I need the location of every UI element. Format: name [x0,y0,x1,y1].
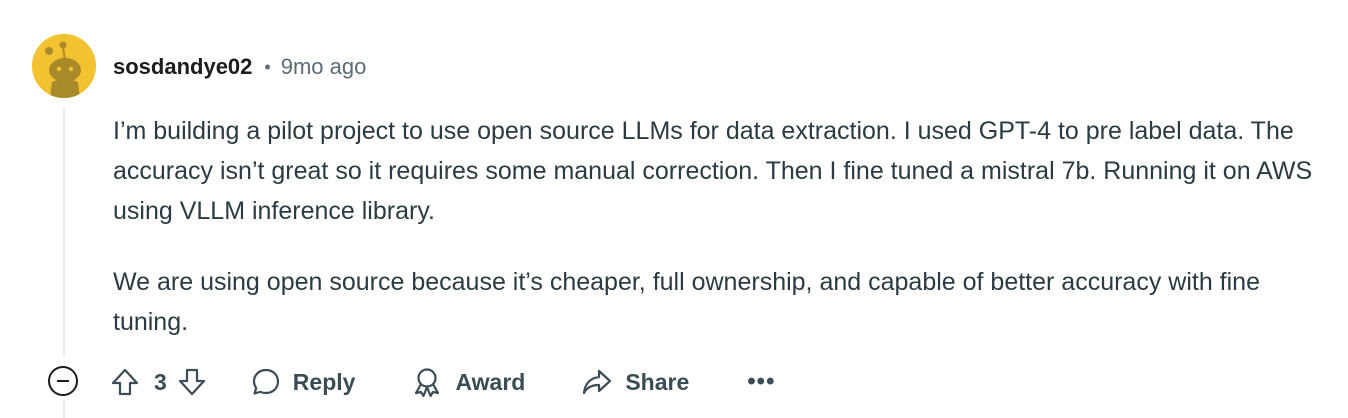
speech-bubble-icon [251,367,281,397]
award-ribbon-icon [411,366,443,398]
comment-body: I’m building a pilot project to use open… [113,111,1328,373]
comment-paragraph-1: I’m building a pilot project to use open… [113,117,1313,225]
share-button[interactable]: Share [581,367,689,397]
collapse-button[interactable] [48,366,78,396]
reply-button[interactable]: Reply [251,367,356,397]
comment-paragraph-2: We are using open source because it’s ch… [113,268,1260,336]
vote-score: 3 [154,368,167,395]
comment-actions: 3 Reply Award Share ••• [110,362,775,402]
thread-line-continuation[interactable] [63,400,65,418]
award-button[interactable]: Award [411,366,525,398]
share-label: Share [625,368,690,395]
avatar[interactable] [32,34,96,98]
comment-meta: sosdandye02 • 9mo ago [113,52,366,82]
more-options-button[interactable]: ••• [747,368,776,395]
more-options-icon: ••• [747,368,776,395]
share-arrow-icon [581,367,613,397]
upvote-icon[interactable] [110,367,140,397]
comment: sosdandye02 • 9mo ago I’m building a pil… [0,0,1348,418]
thread-line[interactable] [63,108,65,356]
meta-separator: • [264,56,271,77]
award-label: Award [455,368,526,395]
username[interactable]: sosdandye02 [113,54,252,80]
timestamp[interactable]: 9mo ago [281,54,367,80]
vote-controls: 3 [110,367,207,397]
downvote-icon[interactable] [177,367,207,397]
reply-label: Reply [292,368,356,395]
snoo-avatar-icon [32,34,96,98]
